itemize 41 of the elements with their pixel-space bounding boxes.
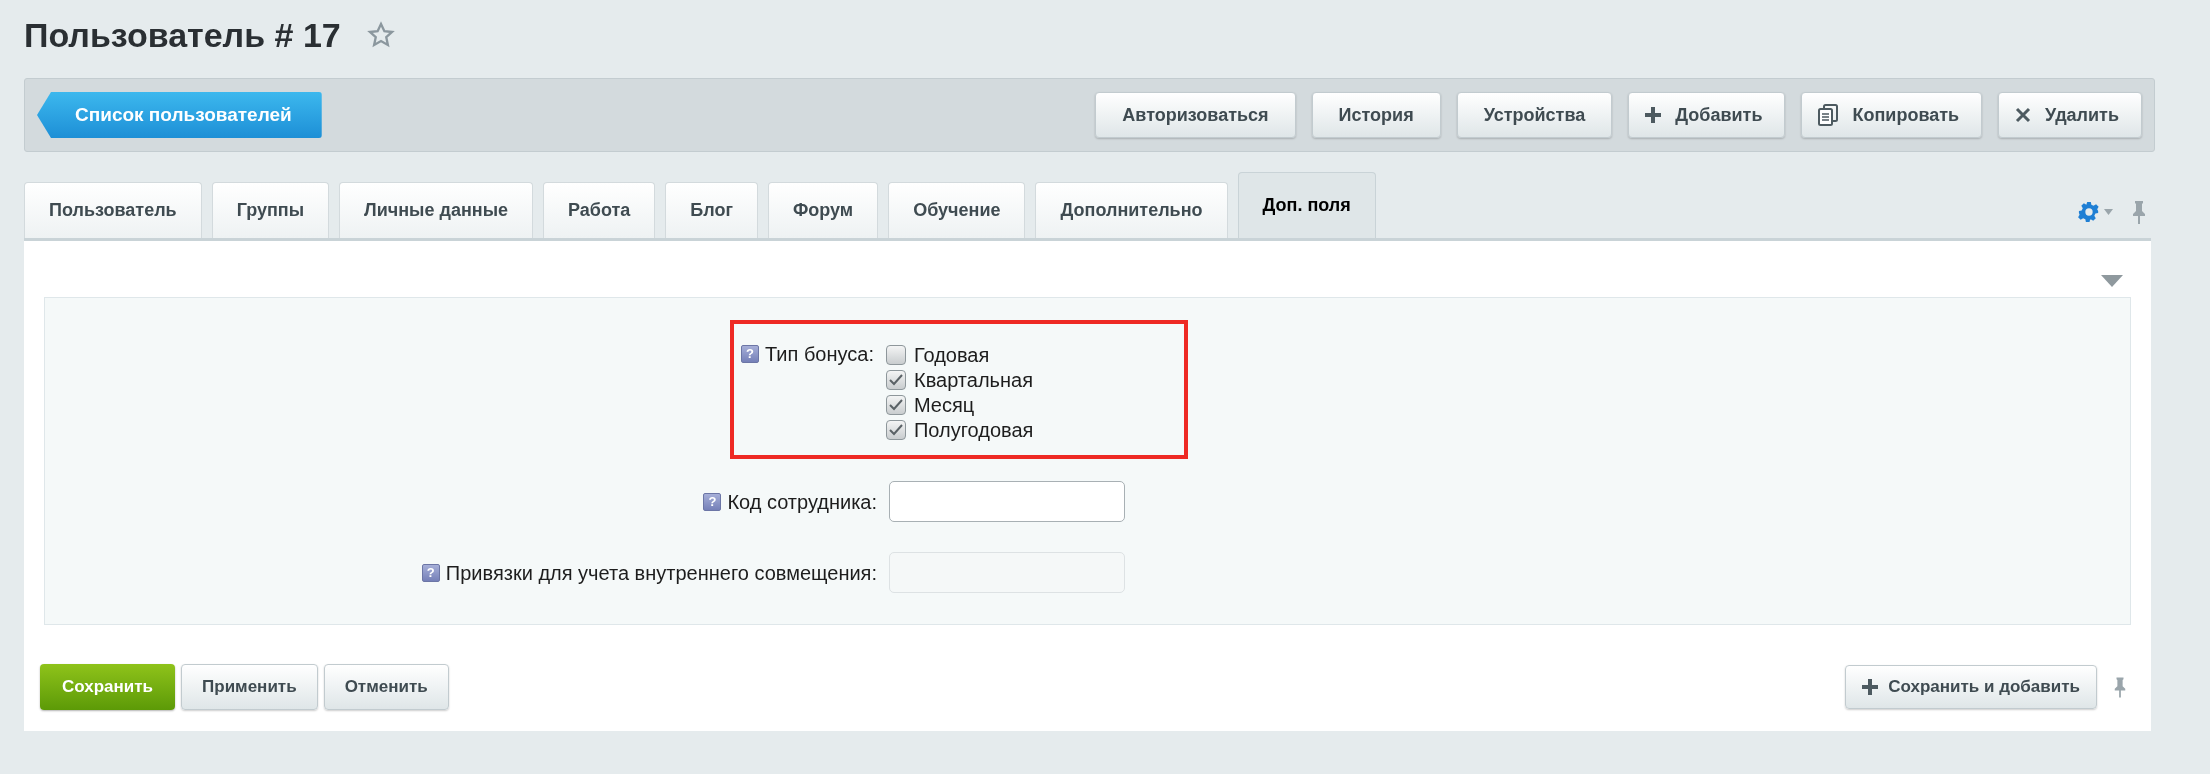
tab[interactable]: Форум [767,182,879,238]
checkbox[interactable] [886,344,906,365]
tab[interactable]: Доп. поля [1237,172,1376,238]
close-icon [2015,107,2032,123]
tab[interactable]: Пользователь [24,182,202,238]
checkbox[interactable] [886,394,906,415]
save-and-add-button[interactable]: Сохранить и добавить [1845,665,2097,709]
checkbox[interactable] [886,369,906,390]
tab[interactable]: Группы [211,182,330,238]
input-field[interactable] [889,481,1125,522]
toolbar-button[interactable]: Устройства [1456,92,1613,138]
form-button[interactable]: Отменить [323,664,449,710]
toolbar-button[interactable]: Авторизоваться [1095,92,1296,138]
checkbox-option[interactable]: Полугодовая [886,417,1034,442]
form-button[interactable]: Применить [181,664,318,710]
caret-icon[interactable] [2104,209,2113,215]
field-label: Код сотрудника: [727,489,877,515]
copy-icon [1818,104,1839,126]
checkbox-option[interactable]: Квартальная [886,367,1034,392]
pin-icon[interactable] [2113,676,2127,698]
tab[interactable]: Личные данные [339,182,534,238]
settings-icon[interactable] [2078,201,2100,223]
tab[interactable]: Блог [665,182,758,238]
plus-icon [1645,107,1662,123]
tab[interactable]: Обучение [888,182,1026,238]
tab[interactable]: Работа [543,182,656,238]
checkbox-option[interactable]: Годовая [886,342,1034,367]
field-label: Привязки для учета внутреннего совмещения: [445,560,877,586]
star-icon[interactable] [366,21,395,49]
page-title: Пользователь # 17 [24,14,341,56]
toolbar-button[interactable]: Добавить [1628,92,1786,138]
collapse-caret-icon[interactable] [2101,275,2123,287]
toolbar-button[interactable]: Копировать [1801,92,1983,138]
tab[interactable]: Дополнительно [1035,182,1228,238]
toolbar-button[interactable]: Удалить [1998,92,2142,138]
plus-icon [1862,679,1879,695]
field-label: Тип бонуса: [765,342,874,367]
pin-icon[interactable] [2131,200,2147,224]
checkbox[interactable] [886,419,906,440]
checkbox-option[interactable]: Месяц [886,392,1034,417]
toolbar-button[interactable]: История [1311,92,1441,138]
